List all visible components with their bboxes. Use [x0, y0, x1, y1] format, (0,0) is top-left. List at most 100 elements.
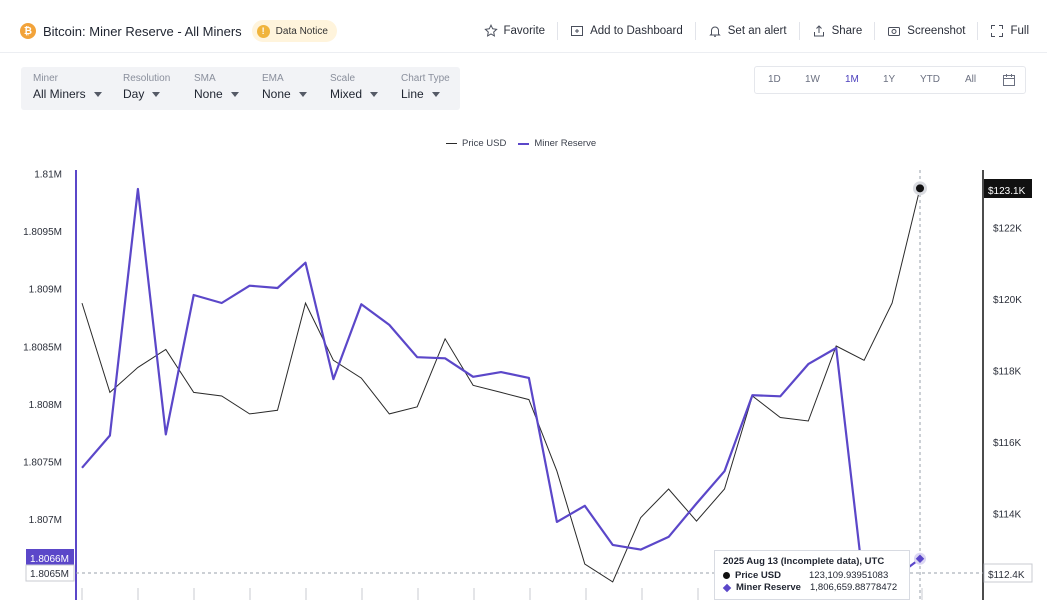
reserve-marker-icon [722, 583, 732, 592]
y-right-tick-label: $118K [993, 367, 1022, 378]
range-1m-button[interactable]: 1M [845, 74, 859, 85]
tooltip-row-reserve: Miner Reserve 1,806,659.88778472 [722, 582, 901, 593]
divider [874, 22, 876, 40]
range-selector: 1D 1W 1M 1Y YTD All [754, 66, 1026, 94]
chevron-down-icon [298, 91, 307, 97]
scale-select[interactable]: Scale Mixed [330, 73, 379, 101]
fullscreen-icon [991, 25, 1004, 37]
legend-label-reserve: Miner Reserve [534, 138, 597, 149]
header: ₿ Bitcoin: Miner Reserve - All Miners ! … [0, 10, 1047, 52]
set-alert-button[interactable]: Set an alert [708, 24, 787, 38]
data-notice-label: Data Notice [275, 25, 328, 37]
chart-legend: Price USD Miner Reserve [446, 138, 608, 149]
ema-select-label: EMA [262, 73, 284, 84]
tooltip-price-value: 123,109.93951083 [809, 570, 889, 581]
tooltip-reserve-label: Miner Reserve [736, 582, 801, 593]
ema-select[interactable]: EMA None [262, 73, 307, 101]
divider [694, 22, 696, 40]
chart-controls: Miner All Miners Resolution Day SMA None… [21, 67, 460, 110]
range-all-button[interactable]: All [965, 74, 976, 85]
left-crosshair-badge: 1.8065M [30, 569, 69, 580]
bell-icon [709, 26, 721, 37]
tooltip-row-price: Price USD 123,109.93951083 [723, 570, 901, 581]
range-1d-button[interactable]: 1D [768, 74, 781, 85]
y-left-tick-label: 1.8085M [23, 342, 62, 353]
price-usd-line [81, 188, 921, 583]
divider [557, 22, 559, 40]
scale-select-value: Mixed [330, 87, 363, 101]
resolution-select-value: Day [123, 87, 145, 101]
sma-select-value: None [194, 87, 223, 101]
screenshot-button[interactable]: Screenshot [887, 24, 965, 38]
range-1w-button[interactable]: 1W [805, 74, 820, 85]
calendar-icon[interactable] [1002, 73, 1016, 87]
share-label: Share [831, 25, 863, 37]
screenshot-label: Screenshot [907, 25, 966, 37]
add-to-dashboard-button[interactable]: Add to Dashboard [570, 24, 683, 38]
legend-item-reserve[interactable]: Miner Reserve [518, 138, 596, 149]
tooltip-reserve-value: 1,806,659.88778472 [810, 582, 898, 593]
dashboard-add-icon [571, 26, 584, 36]
set-alert-label: Set an alert [727, 25, 787, 37]
add-to-dashboard-label: Add to Dashboard [590, 25, 683, 37]
tooltip-price-label: Price USD [735, 570, 781, 581]
range-ytd-button[interactable]: YTD [920, 74, 940, 85]
fullscreen-label: Full [1010, 25, 1029, 37]
header-actions: Favorite Add to Dashboard Set an alert S… [483, 20, 1029, 42]
chevron-down-icon [93, 91, 102, 97]
divider [798, 22, 800, 40]
right-price-badge: $123.1K [988, 186, 1026, 197]
fullscreen-button[interactable]: Full [990, 24, 1029, 38]
chart-type-select-label: Chart Type [401, 73, 450, 84]
legend-item-price[interactable]: Price USD [446, 138, 506, 149]
chart-tooltip: 2025 Aug 13 (Incomplete data), UTC Price… [714, 550, 910, 600]
camera-icon [888, 27, 901, 36]
favorite-label: Favorite [503, 25, 546, 37]
data-notice-badge[interactable]: ! Data Notice [251, 20, 337, 42]
chevron-down-icon [431, 91, 440, 97]
chevron-down-icon [152, 91, 161, 97]
share-icon [813, 25, 824, 37]
price-hover-point [916, 184, 924, 193]
y-left-tick-label: 1.8075M [23, 458, 62, 469]
miner-select[interactable]: Miner All Miners [33, 73, 102, 101]
sma-select-label: SMA [194, 73, 216, 84]
y-right-tick-label: $120K [993, 295, 1022, 306]
left-reserve-badge: 1.8066M [30, 554, 69, 565]
sma-select[interactable]: SMA None [194, 73, 239, 101]
y-right-tick-label: $116K [993, 438, 1022, 449]
header-divider [0, 52, 1047, 53]
legend-label-price: Price USD [462, 138, 507, 149]
bitcoin-icon: ₿ [20, 23, 36, 39]
warning-icon: ! [256, 24, 270, 38]
miner-select-value: All Miners [33, 87, 86, 101]
divider [977, 22, 979, 40]
chevron-down-icon [370, 91, 379, 97]
legend-swatch-reserve [518, 142, 530, 145]
chevron-down-icon [230, 91, 239, 97]
scale-select-label: Scale [330, 73, 356, 84]
legend-swatch-price [446, 143, 457, 144]
brand: ₿ Bitcoin: Miner Reserve - All Miners ! … [20, 20, 337, 42]
page-title: Bitcoin: Miner Reserve - All Miners [43, 23, 242, 39]
chart-type-select-value: Line [401, 87, 424, 101]
ema-select-value: None [262, 87, 291, 101]
y-left-tick-label: 1.81M [34, 170, 62, 181]
right-crosshair-badge: $112.4K [988, 570, 1025, 581]
resolution-select-label: Resolution [123, 73, 171, 84]
y-left-tick-label: 1.807M [29, 515, 62, 526]
chart-plot[interactable]: 1.81M 1.8095M 1.809M 1.8085M 1.808M 1.8075M 1.… [0, 150, 1047, 600]
miner-select-label: Miner [33, 73, 59, 84]
range-1y-button[interactable]: 1Y [883, 74, 895, 85]
chart-type-select[interactable]: Chart Type Line [401, 73, 450, 101]
resolution-select[interactable]: Resolution Day [123, 73, 170, 101]
y-left-tick-label: 1.8095M [23, 227, 62, 238]
star-icon [483, 24, 498, 37]
tooltip-title: 2025 Aug 13 (Incomplete data), UTC [723, 556, 885, 567]
y-right-tick-label: $122K [993, 224, 1022, 235]
y-right-tick-label: $114K [993, 510, 1022, 521]
y-left-tick-label: 1.809M [29, 285, 62, 296]
share-button[interactable]: Share [812, 24, 863, 38]
price-marker-icon [723, 572, 730, 579]
favorite-button[interactable]: Favorite [483, 24, 546, 38]
